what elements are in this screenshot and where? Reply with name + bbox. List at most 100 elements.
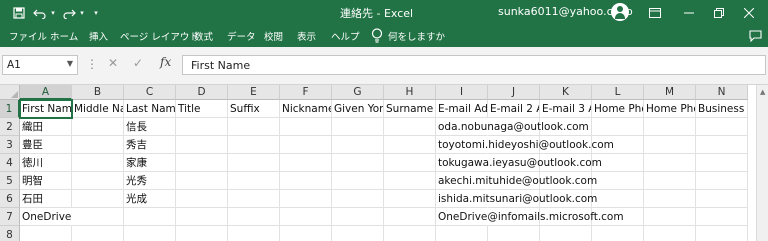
cell-i3[interactable]: toyotomi.hideyoshi@outlook.com <box>436 136 614 154</box>
cell-g2[interactable] <box>332 118 384 136</box>
cell-c5[interactable]: 光秀 <box>124 172 176 190</box>
cell-a1[interactable]: First Name <box>19 99 73 119</box>
tab-file[interactable]: ファイル <box>9 29 47 43</box>
save-icon[interactable] <box>12 4 26 21</box>
column-header-b[interactable]: B <box>72 85 124 100</box>
cell-b6[interactable] <box>72 190 124 208</box>
cell-a2[interactable]: 織田 <box>20 118 72 136</box>
column-header-h[interactable]: H <box>384 85 436 100</box>
cell-j8[interactable] <box>488 226 540 241</box>
cell-i6[interactable]: ishida.mitsunari@outlook.com <box>436 190 597 208</box>
ribbon-display-icon[interactable] <box>648 4 662 21</box>
cell-g8[interactable] <box>332 226 384 241</box>
column-header-j[interactable]: J <box>488 85 540 100</box>
cell-e4[interactable] <box>228 154 280 172</box>
row-header-1[interactable]: 1 <box>0 100 20 118</box>
cell-e5[interactable] <box>228 172 280 190</box>
cell-i7[interactable]: OneDrive@infomails.microsoft.com <box>436 208 624 226</box>
formula-bar-grip-icon[interactable]: ⋮ <box>86 57 98 71</box>
column-header-n[interactable]: N <box>696 85 748 100</box>
undo-dropdown-icon[interactable]: ▾ <box>49 4 57 21</box>
insert-function-button[interactable]: fx <box>160 55 171 69</box>
comments-icon[interactable] <box>748 27 762 44</box>
lightbulb-icon[interactable] <box>371 28 383 43</box>
cell-n5[interactable] <box>696 172 748 190</box>
cell-n1[interactable]: Business Phone <box>696 100 748 118</box>
cell-f1[interactable]: Nickname <box>280 100 332 118</box>
cell-k8[interactable] <box>540 226 592 241</box>
cell-n2[interactable] <box>696 118 748 136</box>
cell-a4[interactable]: 徳川 <box>20 154 72 172</box>
restore-icon[interactable] <box>712 4 726 21</box>
cell-g1[interactable]: Given Yomi <box>332 100 384 118</box>
cell-b7[interactable] <box>72 208 124 226</box>
cell-f2[interactable] <box>280 118 332 136</box>
cell-e7[interactable] <box>228 208 280 226</box>
cell-l6[interactable] <box>592 190 644 208</box>
cell-g6[interactable] <box>332 190 384 208</box>
cell-e2[interactable] <box>228 118 280 136</box>
cell-g7[interactable] <box>332 208 384 226</box>
column-header-e[interactable]: E <box>228 85 280 100</box>
cell-i1[interactable]: E-mail Address <box>436 100 488 118</box>
cell-n3[interactable] <box>696 136 748 154</box>
tab-data[interactable]: データ <box>227 29 256 43</box>
cell-d5[interactable] <box>176 172 228 190</box>
cell-e3[interactable] <box>228 136 280 154</box>
cell-b2[interactable] <box>72 118 124 136</box>
cell-m3[interactable] <box>644 136 696 154</box>
tab-insert[interactable]: 挿入 <box>89 29 108 43</box>
cell-m7[interactable] <box>644 208 696 226</box>
cell-c2[interactable]: 信長 <box>124 118 176 136</box>
cell-c8[interactable] <box>124 226 176 241</box>
minimize-icon[interactable] <box>682 4 696 21</box>
cell-n7[interactable] <box>696 208 748 226</box>
cell-e1[interactable]: Suffix <box>228 100 280 118</box>
cell-i4[interactable]: tokugawa.ieyasu@outlook.com <box>436 154 602 172</box>
column-header-c[interactable]: C <box>124 85 176 100</box>
select-all-button[interactable] <box>0 85 20 100</box>
cell-b3[interactable] <box>72 136 124 154</box>
avatar[interactable] <box>611 3 629 21</box>
cell-f3[interactable] <box>280 136 332 154</box>
cell-g5[interactable] <box>332 172 384 190</box>
cell-m4[interactable] <box>644 154 696 172</box>
cell-a8[interactable] <box>20 226 72 241</box>
cell-h3[interactable] <box>384 136 436 154</box>
cell-d6[interactable] <box>176 190 228 208</box>
row-header-6[interactable]: 6 <box>0 190 20 208</box>
cell-c6[interactable]: 光成 <box>124 190 176 208</box>
cell-l8[interactable] <box>592 226 644 241</box>
cell-f8[interactable] <box>280 226 332 241</box>
cell-f6[interactable] <box>280 190 332 208</box>
tab-view[interactable]: 表示 <box>297 29 316 43</box>
cell-h6[interactable] <box>384 190 436 208</box>
row-header-2[interactable]: 2 <box>0 118 20 136</box>
tab-review[interactable]: 校閲 <box>264 29 283 43</box>
cell-d7[interactable] <box>176 208 228 226</box>
column-header-k[interactable]: K <box>540 85 592 100</box>
tab-home[interactable]: ホーム <box>50 29 78 43</box>
cell-l5[interactable] <box>592 172 644 190</box>
cell-h2[interactable] <box>384 118 436 136</box>
cell-a7[interactable]: OneDrive <box>20 208 72 226</box>
cell-d1[interactable]: Title <box>176 100 228 118</box>
column-header-a[interactable]: A <box>20 85 72 100</box>
confirm-entry-icon[interactable]: ✓ <box>133 56 143 70</box>
cell-h4[interactable] <box>384 154 436 172</box>
cell-b1[interactable]: Middle Name <box>72 100 124 118</box>
row-header-5[interactable]: 5 <box>0 172 20 190</box>
column-header-f[interactable]: F <box>280 85 332 100</box>
cell-a6[interactable]: 石田 <box>20 190 72 208</box>
cell-m5[interactable] <box>644 172 696 190</box>
cell-n6[interactable] <box>696 190 748 208</box>
redo-dropdown-icon[interactable]: ▾ <box>78 4 86 21</box>
column-header-g[interactable]: G <box>332 85 384 100</box>
cell-h5[interactable] <box>384 172 436 190</box>
cell-m6[interactable] <box>644 190 696 208</box>
cell-g4[interactable] <box>332 154 384 172</box>
cell-n4[interactable] <box>696 154 748 172</box>
cell-f5[interactable] <box>280 172 332 190</box>
cell-d4[interactable] <box>176 154 228 172</box>
formula-input[interactable]: First Name <box>182 55 766 75</box>
